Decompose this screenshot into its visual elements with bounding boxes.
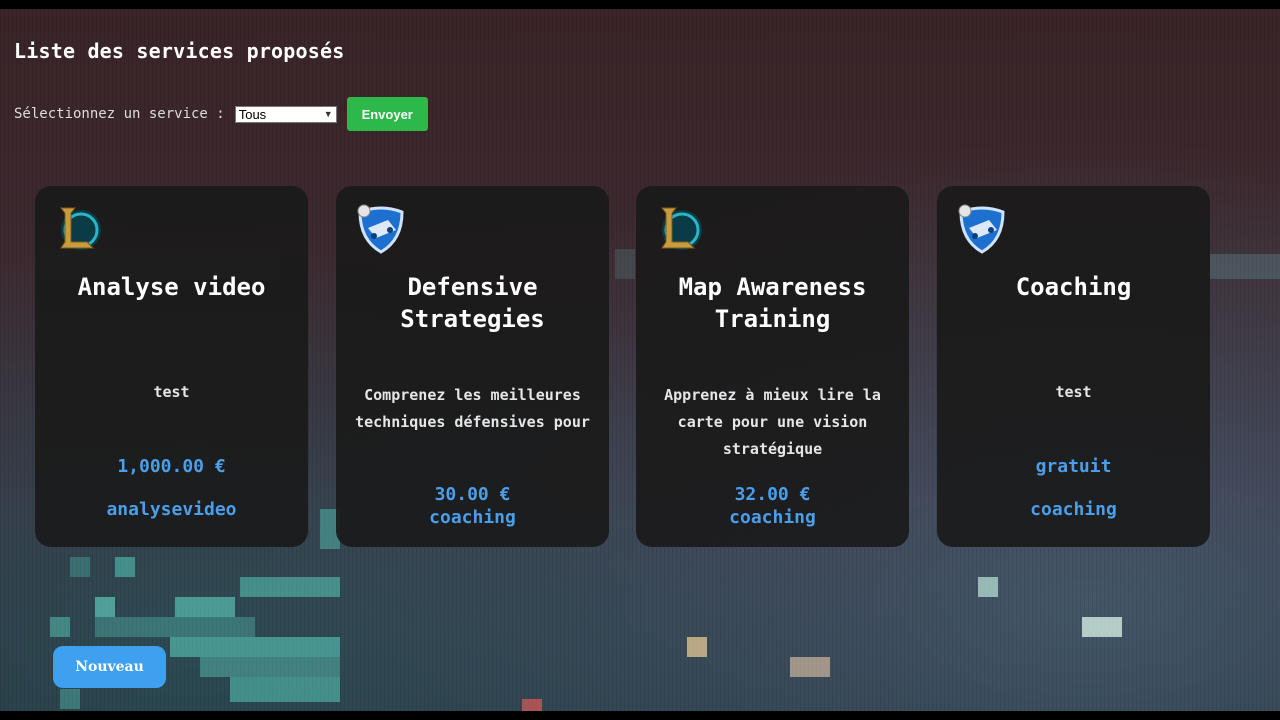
service-description: Comprenez les meilleures techniques défe… bbox=[355, 386, 590, 431]
league-of-legends-icon bbox=[59, 207, 101, 250]
bg-pixel bbox=[115, 557, 135, 577]
rocket-league-icon bbox=[958, 204, 1005, 254]
service-select-value: Tous bbox=[238, 106, 267, 122]
filter-label: Sélectionnez un service : bbox=[14, 106, 225, 122]
bg-pixel bbox=[95, 597, 115, 617]
bg-pixel bbox=[230, 677, 340, 702]
service-card[interactable]: Coaching test gratuit coaching bbox=[937, 186, 1210, 547]
bg-pixel bbox=[70, 557, 90, 577]
bg-pixel bbox=[200, 657, 340, 677]
service-select[interactable]: Tous ▼ bbox=[234, 105, 337, 123]
service-category: coaching bbox=[729, 507, 816, 528]
bg-pixel bbox=[240, 577, 340, 597]
service-name: Coaching bbox=[1015, 273, 1132, 301]
service-price: 30.00 € bbox=[434, 484, 511, 505]
send-button[interactable]: Envoyer bbox=[346, 97, 428, 131]
service-price: 1,000.00 € bbox=[117, 456, 226, 477]
service-category: coaching bbox=[429, 507, 516, 528]
service-name: Defensive Strategies bbox=[400, 273, 545, 333]
service-category: coaching bbox=[1030, 499, 1117, 520]
service-card[interactable]: Analyse video test 1,000.00 € analysevid… bbox=[35, 186, 308, 547]
page-background: Liste des services proposés Sélectionnez… bbox=[0, 9, 1280, 711]
bg-pixel bbox=[790, 657, 830, 677]
bg-pixel bbox=[522, 699, 542, 711]
bg-pixel bbox=[1210, 254, 1280, 279]
service-name: Analyse video bbox=[77, 273, 266, 301]
chevron-down-icon: ▼ bbox=[323, 109, 333, 119]
new-service-button[interactable]: Nouveau bbox=[53, 646, 166, 688]
service-description: test bbox=[1055, 383, 1092, 401]
bg-pixel bbox=[978, 577, 998, 597]
service-price: 32.00 € bbox=[734, 484, 811, 505]
bg-pixel bbox=[1082, 617, 1122, 637]
page-title: Liste des services proposés bbox=[14, 39, 345, 63]
bg-pixel bbox=[687, 637, 707, 657]
service-category: analysevideo bbox=[106, 499, 237, 520]
service-card[interactable]: Defensive Strategies Comprenez les meill… bbox=[336, 186, 609, 547]
bg-pixel bbox=[175, 597, 235, 617]
bg-pixel bbox=[60, 689, 80, 709]
service-name: Map Awareness Training bbox=[678, 273, 867, 333]
bg-pixel bbox=[170, 637, 340, 657]
bg-pixel bbox=[95, 617, 255, 637]
service-price: gratuit bbox=[1035, 456, 1112, 477]
rocket-league-icon bbox=[357, 204, 404, 254]
bg-pixel bbox=[615, 249, 635, 279]
service-card[interactable]: Map Awareness Training Apprenez à mieux … bbox=[636, 186, 909, 547]
service-description: test bbox=[153, 383, 190, 401]
bg-pixel bbox=[50, 617, 70, 637]
service-description: Apprenez à mieux lire la carte pour une … bbox=[664, 386, 881, 458]
league-of-legends-icon bbox=[660, 207, 702, 250]
service-filter: Sélectionnez un service : Tous ▼ Envoyer bbox=[14, 97, 428, 131]
